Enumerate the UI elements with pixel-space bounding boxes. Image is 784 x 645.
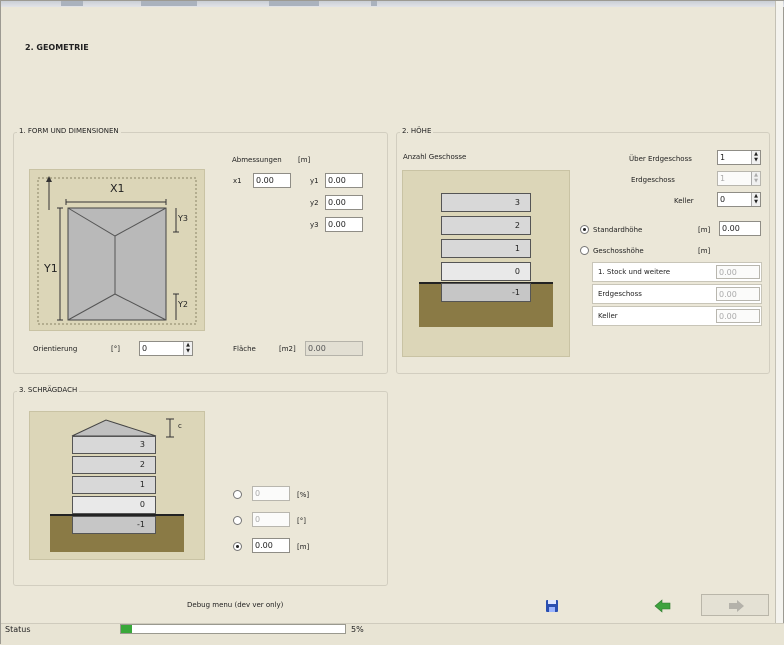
dimensions-label: Abmessungen — [232, 156, 282, 164]
spinner-arrows-icon[interactable]: ▲ ▼ — [751, 193, 760, 206]
storey-row-basement: Keller 0.00 — [592, 306, 762, 326]
pitched-roof-title: 3. SCHRÄGDACH — [17, 386, 80, 394]
x1-label: x1 — [233, 177, 242, 185]
progress-percent: 5% — [351, 625, 364, 634]
area-unit: [m2] — [279, 345, 296, 353]
standard-height-radio[interactable] — [580, 225, 589, 234]
roof-percent-radio[interactable] — [233, 490, 242, 499]
storey-row-upper: 1. Stock und weitere 0.00 — [592, 262, 762, 282]
x1-dimension-label: X1 — [110, 182, 125, 195]
storey-row-ground-label: Erdgeschoss — [598, 290, 642, 298]
top-tab-segment — [61, 1, 83, 6]
progress-bar — [120, 624, 346, 634]
standard-height-unit: [m] — [698, 226, 711, 234]
roof-illustration: c 3 2 1 0 -1 — [29, 411, 205, 560]
above-ground-label: Über Erdgeschoss — [629, 155, 692, 163]
dimensions-unit: [m] — [298, 156, 311, 164]
roof-percent-unit: [%] — [297, 491, 310, 499]
y2-dimension-label: Y2 — [178, 300, 188, 309]
page-title: 2. GEOMETRIE — [25, 43, 89, 52]
floor-0-block: 0 — [441, 262, 531, 281]
ground-floor-spinbox: 1 ▲ ▼ — [717, 171, 761, 186]
roof-floor-2-block: 2 — [72, 456, 156, 474]
status-bar — [1, 623, 784, 645]
back-button[interactable] — [641, 594, 681, 616]
storey-row-upper-input: 0.00 — [716, 265, 760, 279]
height-title: 2. HÖHE — [400, 127, 434, 135]
area-label: Fläche — [233, 345, 256, 353]
area-readonly-field: 0.00 — [305, 341, 363, 356]
spinner-arrows-icon[interactable]: ▲ ▼ — [751, 151, 760, 164]
top-tab-segment — [141, 1, 197, 6]
storey-row-ground: Erdgeschoss 0.00 — [592, 284, 762, 304]
save-icon — [546, 600, 558, 612]
roof-floor-3-block: 3 — [72, 436, 156, 454]
roof-meter-unit: [m] — [297, 543, 310, 551]
y2-label: y2 — [310, 199, 319, 207]
storey-row-basement-label: Keller — [598, 312, 618, 320]
roof-meter-radio[interactable] — [233, 542, 242, 551]
save-button[interactable] — [533, 594, 569, 616]
floor-minus1-block: -1 — [441, 283, 531, 302]
roof-meter-input[interactable]: 0.00 — [252, 538, 290, 553]
basement-label: Keller — [674, 197, 694, 205]
roof-degree-radio[interactable] — [233, 516, 242, 525]
standard-height-label: Standardhöhe — [593, 226, 643, 234]
storey-row-basement-input: 0.00 — [716, 309, 760, 323]
top-tab-segment — [269, 1, 319, 6]
storey-row-upper-label: 1. Stock und weitere — [598, 268, 671, 276]
y2-input[interactable]: 0.00 — [325, 195, 363, 210]
storey-height-radio[interactable] — [580, 246, 589, 255]
top-tab-segment — [371, 1, 377, 6]
storey-row-ground-input: 0.00 — [716, 287, 760, 301]
y3-dimension-label: Y3 — [178, 214, 188, 223]
progress-fill — [121, 625, 133, 633]
roof-degree-unit: [°] — [297, 517, 306, 525]
basement-value: 0 — [720, 195, 726, 204]
window-right-edge — [775, 1, 783, 645]
forward-button[interactable] — [701, 594, 769, 616]
spinner-arrows-icon: ▲ ▼ — [751, 172, 760, 185]
ground-floor-value: 1 — [720, 174, 726, 183]
roof-floor-0-block: 0 — [72, 496, 156, 514]
status-label: Status — [5, 625, 31, 634]
floor-2-block: 2 — [441, 216, 531, 235]
debug-menu-label[interactable]: Debug menu (dev ver only) — [187, 601, 283, 609]
roof-height-label: c — [178, 422, 182, 430]
y3-input[interactable]: 0.00 — [325, 217, 363, 232]
form-dimensions-title: 1. FORM UND DIMENSIONEN — [17, 127, 121, 135]
y1-label: y1 — [310, 177, 319, 185]
above-ground-value: 1 — [720, 153, 726, 162]
standard-height-input[interactable]: 0.00 — [719, 221, 761, 236]
roof-floor-1-block: 1 — [72, 476, 156, 494]
storey-height-unit: [m] — [698, 247, 711, 255]
floor-plan-illustration: X1 Y1 Y3 Y2 — [29, 169, 205, 331]
basement-spinbox[interactable]: 0 ▲ ▼ — [717, 192, 761, 207]
roof-degree-input: 0 — [252, 512, 290, 527]
window-top-bar — [1, 1, 784, 7]
floors-count-label: Anzahl Geschosse — [403, 153, 467, 161]
storey-height-label: Geschosshöhe — [593, 247, 644, 255]
ground-floor-label: Erdgeschoss — [631, 176, 675, 184]
floor-3-block: 3 — [441, 193, 531, 212]
spinner-arrows-icon[interactable]: ▲ ▼ — [183, 342, 192, 355]
orientation-value: 0 — [142, 344, 148, 353]
y3-label: y3 — [310, 221, 319, 229]
orientation-spinbox[interactable]: 0 ▲ ▼ — [139, 341, 193, 356]
x1-input[interactable]: 0.00 — [253, 173, 291, 188]
roof-floor-minus1-block: -1 — [72, 516, 156, 534]
back-arrow-icon — [654, 599, 671, 613]
floor-1-block: 1 — [441, 239, 531, 258]
forward-arrow-icon — [729, 600, 744, 612]
y1-dimension-label: Y1 — [44, 262, 58, 275]
application-window: 2. GEOMETRIE 1. FORM UND DIMENSIONEN X1 … — [0, 0, 784, 645]
above-ground-spinbox[interactable]: 1 ▲ ▼ — [717, 150, 761, 165]
orientation-unit: [°] — [111, 345, 120, 353]
y1-input[interactable]: 0.00 — [325, 173, 363, 188]
orientation-label: Orientierung — [33, 345, 78, 353]
roof-percent-input: 0 — [252, 486, 290, 501]
height-illustration: 3 2 1 0 -1 — [402, 170, 570, 357]
